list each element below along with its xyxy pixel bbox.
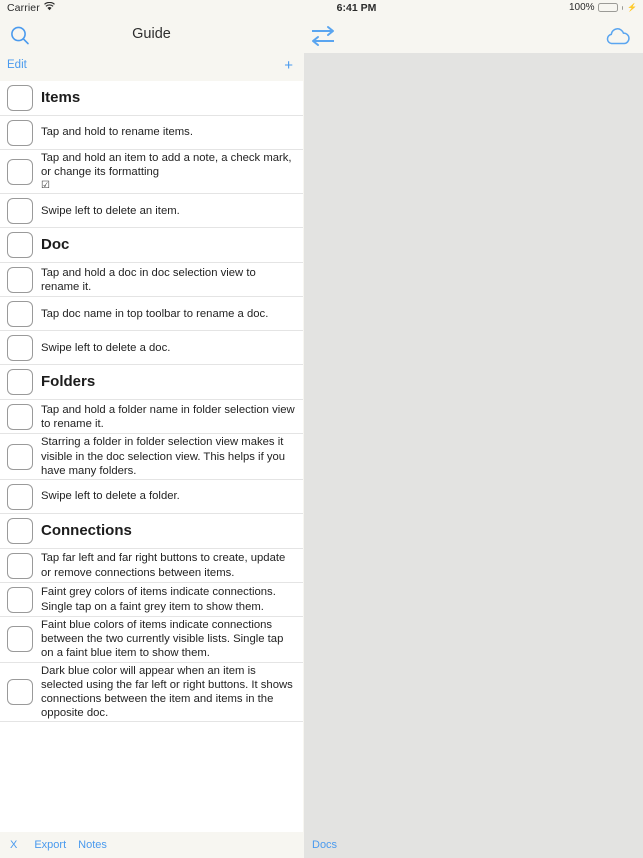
list-item[interactable]: Faint grey colors of items indicate conn…	[0, 583, 303, 618]
list-item[interactable]: Tap and hold a doc in doc selection view…	[0, 263, 303, 298]
row-checkbox[interactable]	[7, 483, 33, 510]
battery-percent-label: 100%	[568, 2, 595, 13]
row-checkbox[interactable]	[7, 300, 33, 327]
list-item-text: Faint grey colors of items indicate conn…	[41, 586, 276, 613]
list-section-header[interactable]: Folders	[0, 365, 303, 401]
edit-bar: Edit +	[0, 53, 303, 81]
row-checkbox[interactable]	[7, 85, 33, 111]
row-checkbox[interactable]	[7, 443, 33, 470]
list-item-text: Tap far left and far right buttons to cr…	[41, 552, 286, 579]
list-item-text: Swipe left to delete a folder.	[41, 490, 180, 503]
list-item[interactable]: Tap and hold a folder name in folder sel…	[0, 400, 303, 435]
row-checkbox[interactable]	[7, 369, 33, 396]
status-bar: Carrier 6:41 PM 100% ⚡	[0, 0, 643, 17]
edit-button[interactable]: Edit	[7, 59, 27, 71]
status-bar-right: 100% ⚡	[569, 2, 637, 13]
section-title: Connections	[41, 522, 132, 540]
section-title: Items	[41, 89, 81, 106]
notes-button[interactable]: Notes	[78, 839, 107, 851]
close-button[interactable]: X	[10, 839, 17, 851]
list-item-text: Swipe left to delete a doc.	[41, 341, 171, 354]
list-item[interactable]: Starring a folder in folder selection vi…	[0, 434, 303, 481]
row-checkbox[interactable]	[7, 158, 33, 185]
row-checkbox[interactable]	[7, 119, 33, 146]
docs-button[interactable]: Docs	[312, 839, 337, 851]
list-item-text: Dark blue color will appear when an item…	[41, 664, 293, 720]
list-section-header[interactable]: Connections	[0, 514, 303, 550]
row-checkbox[interactable]	[7, 334, 33, 361]
list-item[interactable]: Tap far left and far right buttons to cr…	[0, 549, 303, 584]
row-checkbox[interactable]	[7, 266, 33, 293]
row-checkbox[interactable]	[7, 232, 33, 259]
list-item-text: Tap and hold a doc in doc selection view…	[41, 266, 256, 293]
guide-list[interactable]: Items Tap and hold to rename items. Tap an…	[0, 81, 303, 832]
list-item-text: Tap and hold an item to add a note, a ch…	[41, 150, 303, 193]
row-checkbox[interactable]	[7, 626, 33, 653]
app-root: Carrier 6:41 PM 100% ⚡ Guide Edit + Item…	[0, 0, 643, 858]
list-section-header[interactable]: Items	[0, 81, 303, 116]
bottom-toolbar-right: Docs	[304, 832, 643, 858]
list-item[interactable]: Swipe left to delete a folder.	[0, 480, 303, 515]
sync-arrows-icon[interactable]	[303, 20, 343, 52]
list-item[interactable]: Tap and hold to rename items.	[0, 116, 303, 150]
battery-cap-icon	[621, 5, 624, 10]
navigation-bar: Guide	[0, 17, 643, 53]
list-item-text: Tap and hold to rename items.	[41, 126, 193, 139]
section-title: Doc	[41, 236, 70, 254]
battery-icon	[597, 3, 618, 12]
carrier-label: Carrier	[7, 2, 40, 14]
list-item-text: Swipe left to delete an item.	[41, 204, 180, 217]
list-item-text: Tap doc name in top toolbar to rename a …	[41, 307, 269, 320]
list-item[interactable]: Tap and hold an item to add a note, a ch…	[0, 150, 303, 195]
status-bar-left: Carrier	[7, 1, 55, 14]
list-item[interactable]: Dark blue color will appear when an item…	[0, 662, 303, 723]
right-pane-empty-doc[interactable]	[304, 53, 643, 858]
list-item[interactable]: Tap doc name in top toolbar to rename a …	[0, 297, 303, 332]
row-checkbox[interactable]	[7, 197, 33, 224]
list-section-header[interactable]: Doc	[0, 228, 303, 264]
left-pane: Edit + Items Tap and hold to rename items…	[0, 53, 303, 858]
list-item[interactable]: Swipe left to delete a doc.	[0, 331, 303, 366]
cloud-icon[interactable]	[601, 22, 635, 50]
list-item-text: Tap and hold a folder name in folder sel…	[41, 403, 295, 430]
status-bar-clock: 6:41 PM	[336, 2, 377, 14]
add-button[interactable]: +	[284, 56, 293, 76]
export-button[interactable]: Export	[34, 839, 66, 851]
page-title: Guide	[132, 26, 171, 42]
list-item[interactable]: Faint blue colors of items indicate conn…	[0, 617, 303, 663]
row-checkbox[interactable]	[7, 552, 33, 579]
list-item-text: Starring a folder in folder selection vi…	[41, 436, 286, 477]
row-checkbox[interactable]	[7, 518, 33, 545]
bottom-toolbar-left: X Export Notes	[0, 832, 303, 858]
row-checkbox[interactable]	[7, 586, 33, 613]
checked-box-icon: ☑	[41, 180, 50, 192]
charging-bolt-icon: ⚡	[627, 3, 637, 12]
row-checkbox[interactable]	[7, 679, 33, 706]
list-item-text: Faint blue colors of items indicate conn…	[41, 619, 284, 660]
list-item[interactable]: Swipe left to delete an item.	[0, 194, 303, 229]
section-title: Folders	[41, 373, 96, 391]
wifi-icon	[43, 1, 55, 14]
row-checkbox[interactable]	[7, 403, 33, 430]
